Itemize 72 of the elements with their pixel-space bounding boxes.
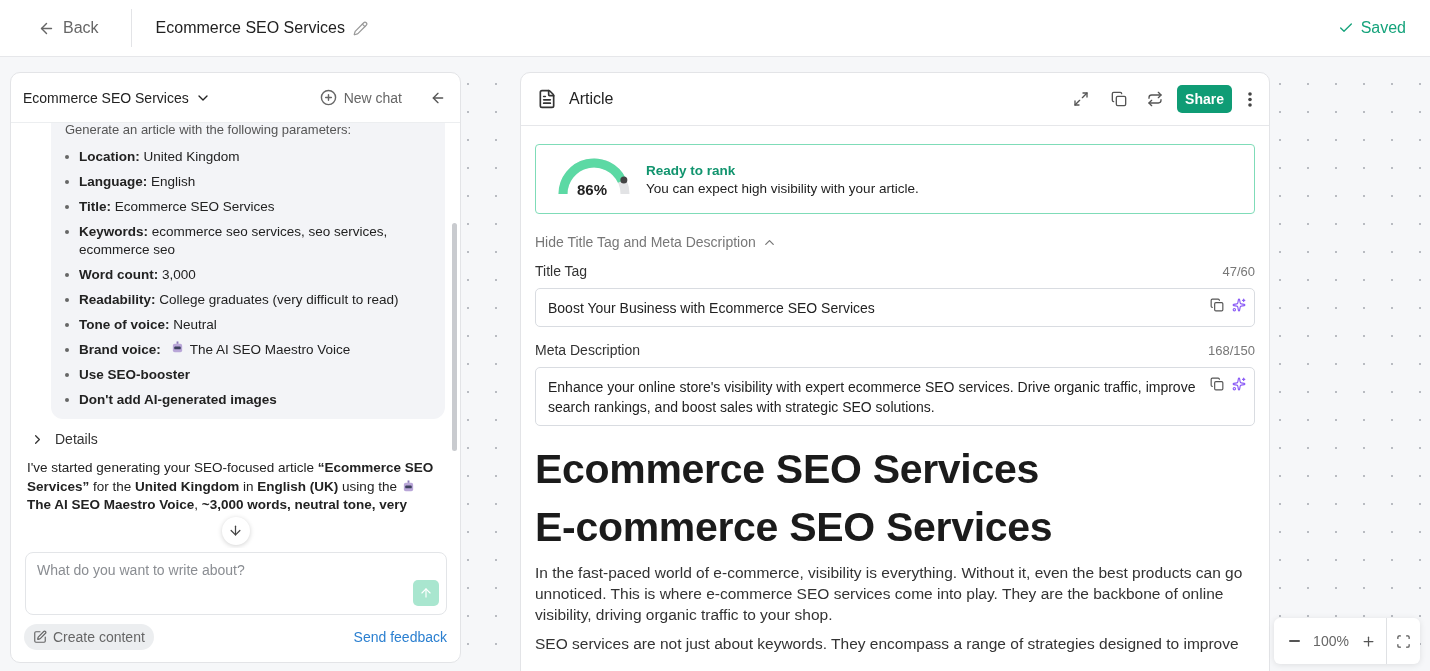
repeat-icon — [1147, 91, 1164, 107]
robot-icon — [170, 341, 184, 354]
copy-icon[interactable] — [1210, 377, 1224, 391]
copy-icon[interactable] — [1210, 298, 1224, 312]
article-paragraph: SEO services are not just about keywords. They encompass a range of strategies designed to improve — [535, 634, 1240, 654]
bullet-point — [65, 230, 69, 234]
score-description: You can expect high visibility with your article. — [646, 180, 919, 196]
parameter-text: Don't add AI-generated images — [79, 391, 277, 409]
pencil-icon — [352, 20, 368, 36]
parameter-text: Word count: 3,000 — [79, 266, 196, 284]
arrow-up-icon — [419, 585, 433, 601]
bullet-point — [65, 180, 69, 184]
meta-toggle[interactable]: Hide Title Tag and Meta Description — [535, 234, 777, 250]
expand-icon — [1073, 91, 1090, 107]
article-heading: Ecommerce SEO Services — [535, 445, 1040, 494]
bullet-point — [65, 373, 69, 377]
parameter-label: Brand voice: — [79, 341, 161, 359]
create-content-button[interactable]: Create content — [24, 624, 154, 650]
field-label: Meta Description — [535, 342, 641, 358]
panel-title: Article — [569, 90, 614, 108]
article-paragraph: In the fast-paced world of e-commerce, visibility is everything. Without it, even the best products can go unnoticed. This is where e-commerce SEO services come into play. They are the backbone of online visibility, driving organic traffic to your shop. — [535, 563, 1244, 625]
bullet-point — [65, 273, 69, 277]
scrollbar[interactable] — [452, 223, 457, 451]
parameter-text: Title: Ecommerce SEO Services — [79, 198, 275, 216]
bullet-point — [65, 348, 69, 352]
parameter-text: Language: English — [79, 173, 196, 191]
score-heading: Ready to rank — [646, 162, 737, 178]
chat-title-dropdown[interactable]: Ecommerce SEO Services — [23, 89, 211, 106]
more-icon — [1248, 91, 1252, 107]
scroll-down-button[interactable] — [221, 516, 250, 545]
character-count: 168/150 — [1208, 342, 1255, 358]
document-title: Ecommerce SEO Services — [155, 19, 345, 37]
sparkle-icon[interactable] — [1232, 377, 1246, 391]
saved-status: Saved — [1337, 19, 1406, 37]
back-button[interactable]: Back — [34, 15, 103, 41]
robot-icon — [401, 480, 415, 494]
send-feedback-link[interactable]: Send feedback — [353, 629, 447, 645]
bullet-point — [65, 205, 69, 209]
reply-text: Services” for the United Kingdom in English (UK) using the — [27, 477, 397, 496]
meta-field[interactable]: Boost Your Business with Ecommerce SEO Services — [535, 288, 1255, 327]
character-count: 47/60 — [1222, 263, 1255, 279]
bullet-point — [65, 298, 69, 302]
parameter-text: Keywords: ecommerce seo services, seo services, ecommerce seo — [79, 223, 389, 259]
meta-field[interactable]: Enhance your online store's visibility with expert ecommerce SEO services. Drive organic traffic, improve search rankings, and boost sales with strategic SEO solutions. — [535, 367, 1255, 426]
reply-text: The AI SEO Maestro Voice, ~3,000 words, neutral tone, very — [27, 496, 408, 514]
prompt-field[interactable]: What do you want to write about? — [26, 553, 446, 614]
copy-icon — [1111, 91, 1128, 107]
bullet-point — [65, 323, 69, 327]
reply-text: I've started generating your SEO-focused article “Ecommerce SEO — [27, 459, 434, 477]
parameter-text: Readability: College graduates (very difficult to read) — [79, 291, 399, 309]
parameter-text: Location: United Kingdom — [79, 148, 240, 166]
more-options-button[interactable] — [1246, 89, 1254, 109]
details-toggle[interactable]: Details — [30, 431, 98, 447]
bullet-point — [65, 155, 69, 159]
score-value: 86% — [577, 181, 608, 198]
sparkle-icon[interactable] — [1232, 298, 1246, 312]
plus-circle-icon — [319, 89, 337, 106]
arrow-down-icon — [228, 523, 243, 538]
bullet-point — [65, 398, 69, 402]
share-button[interactable]: Share — [1177, 85, 1232, 113]
fullscreen-icon — [1395, 633, 1411, 649]
new-chat-button[interactable]: New chat — [313, 88, 408, 107]
parameter-text: Tone of voice: Neutral — [79, 316, 217, 334]
parameter-text: Use SEO-booster — [79, 366, 191, 384]
field-label: Title Tag — [535, 263, 588, 279]
plus-icon — [1360, 633, 1376, 649]
parameter-value: The AI SEO Maestro Voice — [189, 341, 351, 359]
minus-icon — [1288, 640, 1300, 642]
gauge-pointer — [620, 176, 628, 184]
article-heading: E-commerce SEO Services — [535, 503, 1054, 552]
prompt-intro: Generate an article with the following parameters: — [65, 123, 353, 137]
zoom-level: 100% — [1312, 633, 1350, 649]
